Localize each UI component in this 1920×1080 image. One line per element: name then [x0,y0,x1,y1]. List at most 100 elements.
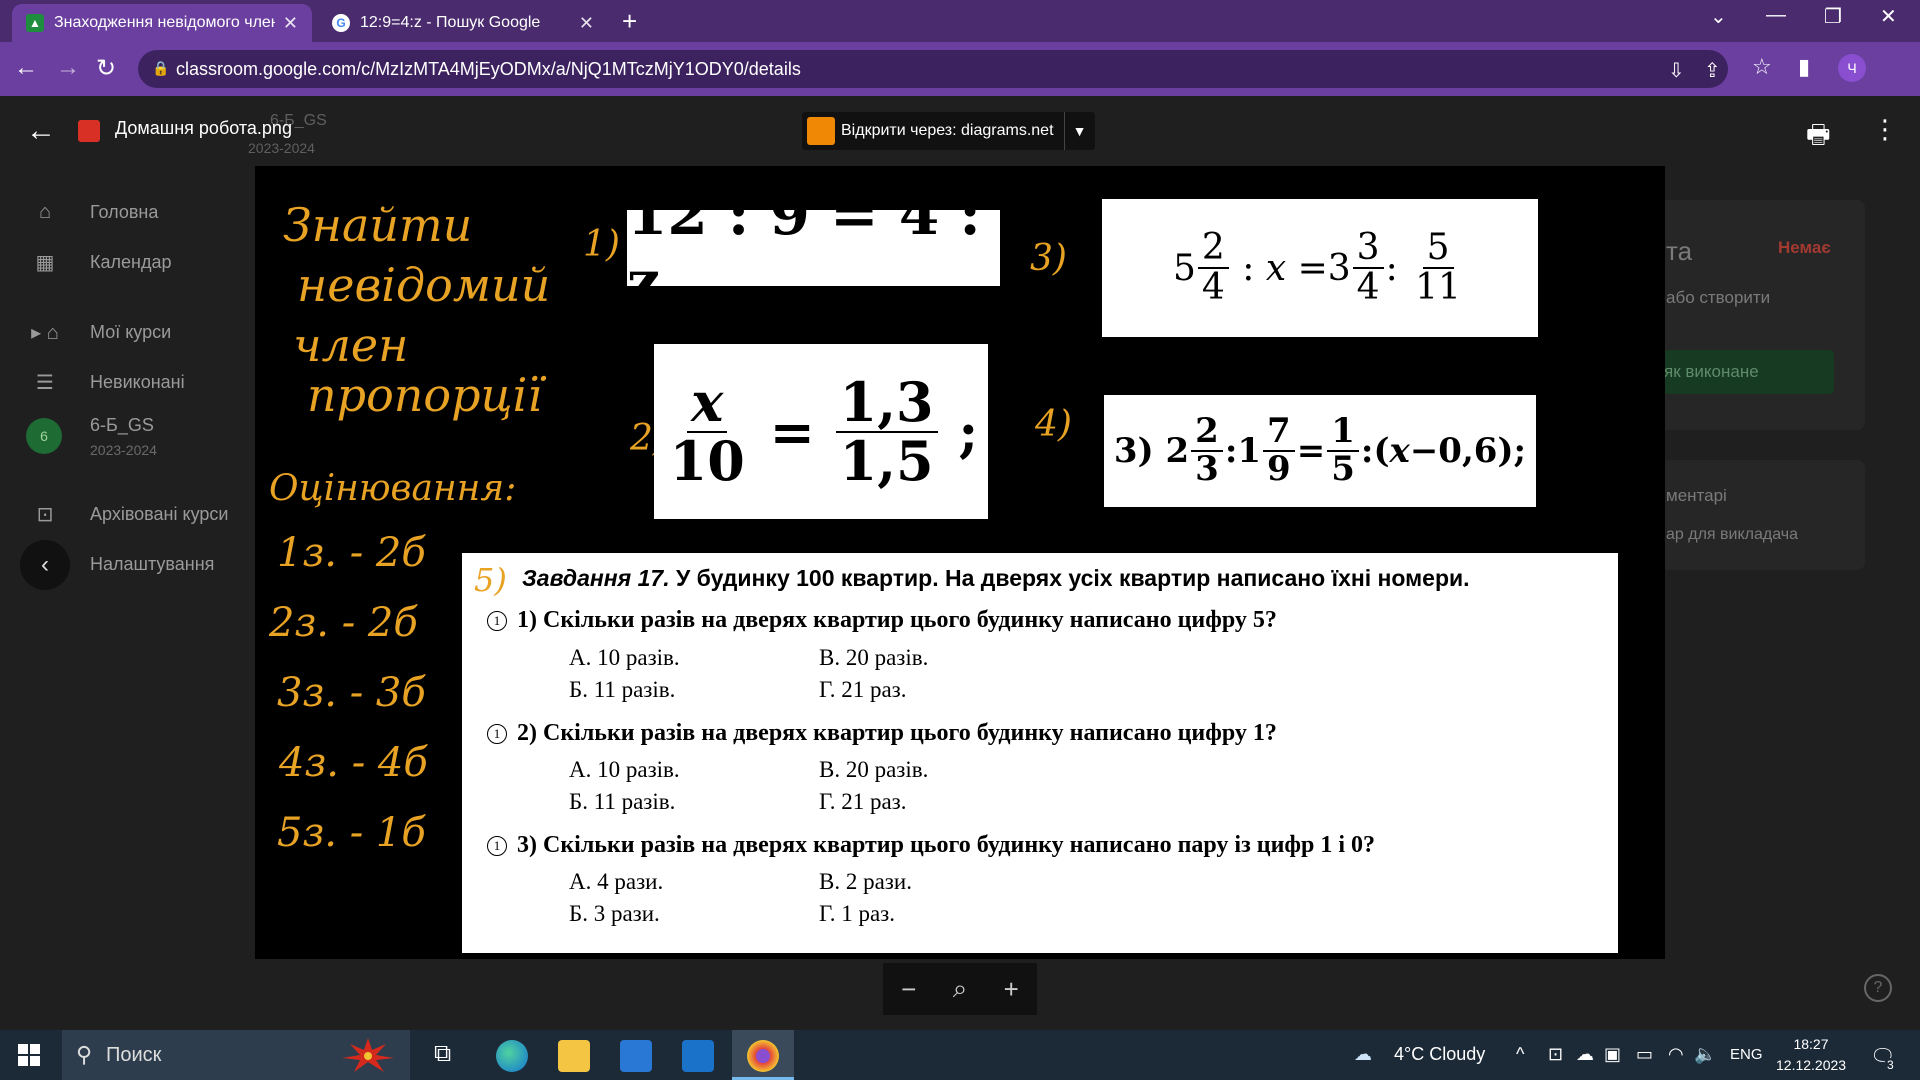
sidebar-label: Архівовані курси [90,503,229,524]
mark-done-label: як виконане [1664,362,1759,381]
chevron-down-icon[interactable]: ▼ [1065,123,1095,139]
tab-title: 12:9=4:z - Пошук Google [360,14,541,31]
zoom-out-icon[interactable]: − [901,974,916,1005]
option-g: Г. 21 раз. [819,789,907,814]
option-a: А. 10 разів. [569,645,680,670]
search-icon: ⚲ [76,1042,93,1067]
image-file-icon [78,120,100,142]
windows-start-icon[interactable] [18,1044,40,1066]
new-tab-icon[interactable]: + [622,6,637,37]
help-icon[interactable]: ? [1864,974,1892,1002]
display-icon[interactable]: ▣ [1604,1044,1621,1065]
close-tab-icon[interactable]: ✕ [283,13,298,34]
tab-search-icon[interactable]: ⌄ [1710,4,1727,29]
task-statement: У будинку 100 квартир. На дверях усіх кв… [669,565,1470,591]
wifi-icon[interactable]: ◠ [1668,1044,1684,1065]
option-b: Б. 11 разів. [569,677,676,702]
tab-classroom[interactable]: ▲ Знаходження невідомого член ✕ [12,4,312,42]
classroom-icon: ▲ [26,14,44,32]
grade-item: 2з. - 2б [269,600,418,646]
meet-icon[interactable]: ⊡ [1548,1044,1563,1065]
question-2: 1 2) Скільки разів на дверях квартир цьог… [487,720,1277,747]
open-with-label: Відкрити через: diagrams.net [841,122,1054,139]
question-3: 1 3) Скільки разів на дверях квартир цьог… [487,832,1375,859]
card-title-fragment: та [1666,236,1693,266]
back-icon[interactable]: ← [14,54,38,82]
sidebar-sublabel: 2023-2024 [90,442,157,458]
tab-strip: ▲ Знаходження невідомого член ✕ G 12:9=4… [0,0,1920,42]
grade-item: 4з. - 4б [279,740,428,786]
edge-icon[interactable] [496,1040,528,1072]
sidebar-label: Налаштування [90,553,215,574]
store-icon[interactable] [620,1040,652,1072]
profile-initial: Ч [1847,60,1857,76]
volume-icon[interactable]: 🔈 [1694,1044,1716,1065]
language-indicator[interactable]: ENG [1730,1046,1763,1063]
option-b: Б. 11 разів. [569,789,676,814]
close-tab-icon[interactable]: ✕ [579,13,594,34]
option-b: Б. 3 рази. [569,901,660,926]
comment-input-fragment: ар для викладача [1666,526,1798,543]
close-viewer-icon[interactable]: ← [26,114,56,148]
clock[interactable]: 18:27 12.12.2023 [1776,1034,1846,1076]
minimize-icon[interactable]: — [1766,4,1786,27]
close-window-icon[interactable]: ✕ [1880,4,1897,29]
heading-line: Знайти [283,198,473,252]
weather-text[interactable]: 4°C Cloudy [1394,1044,1485,1065]
profile-avatar[interactable]: Ч [1838,54,1866,82]
address-bar[interactable]: 🔒 classroom.google.com/c/MzIzMTA4MjEyODM… [138,50,1728,88]
onedrive-icon[interactable]: ☁ [1576,1044,1594,1065]
equation-2: x 10 = 1,3 1,5 ; [654,344,988,519]
task-view-icon[interactable]: ⧉ [434,1040,466,1072]
label-4: 4) [1035,404,1072,445]
grade-item: 3з. - 3б [277,670,426,716]
option-v: В. 2 рази. [819,869,912,894]
share-icon[interactable]: ⇪ [1704,58,1721,83]
equation-4: 3) 2 2 3:1 7 9 = 1 5:(x −0,6); [1104,395,1536,507]
lock-icon[interactable]: 🔒 [152,60,169,77]
mail-icon[interactable] [682,1040,714,1072]
side-panel-icon[interactable]: ▮ [1798,54,1810,80]
sidebar-label: 6-Б_GS [90,414,154,435]
restore-icon[interactable]: ❐ [1824,4,1842,29]
calendar-icon: ▦ [35,251,55,274]
file-title: Домашня робота.png [115,118,292,138]
forward-icon[interactable]: → [56,54,80,82]
open-with-button[interactable]: Відкрити через: diagrams.net ▼ [802,112,1095,150]
zoom-in-icon[interactable]: + [1004,974,1019,1005]
task-number: Завдання 17. [522,565,670,591]
tab-google-search[interactable]: G 12:9=4:z - Пошук Google ✕ [318,4,608,42]
option-v: В. 20 разів. [819,645,929,670]
question-text: 2) Скільки разів на дверях квартир цього… [517,720,1277,746]
task-17: 5) Завдання 17. У будинку 100 квартир. Н… [462,553,1618,953]
tray-expand-icon[interactable]: ^ [1516,1044,1524,1065]
option-g: Г. 1 раз. [819,901,895,926]
install-icon[interactable]: ⇩ [1668,58,1685,83]
bookmark-star-icon[interactable]: ☆ [1752,54,1772,80]
home-icon: ⌂ [38,200,52,223]
clock-date: 12.12.2023 [1776,1057,1847,1073]
grade-item: 1з. - 2б [277,530,426,576]
heading-line: член [293,318,409,372]
reload-icon[interactable]: ↻ [96,54,116,83]
option-a: А. 10 разів. [569,757,680,782]
heading-line: невідомий [297,258,551,312]
file-explorer-icon[interactable] [558,1040,590,1072]
option-v: В. 20 разів. [819,757,929,782]
todo-icon: ☰ [36,371,54,394]
google-icon: G [332,14,350,32]
grade-item: 5з. - 1б [277,810,426,856]
homework-image: Знайти невідомий член пропорції 1) 2) 3)… [255,166,1665,959]
comments-title-fragment: ментарі [1666,486,1727,505]
label-3: 3) [1030,238,1067,279]
notification-count: 3 [1884,1058,1897,1072]
battery-icon[interactable]: ▭ [1636,1044,1653,1065]
weather-icon[interactable]: ☁ [1354,1044,1372,1065]
courses-icon: ▸ ⌂ [31,321,59,344]
poinsettia-icon [342,1038,394,1072]
zoom-reset-icon[interactable]: ⌕ [953,973,968,1005]
more-options-icon[interactable]: ⋮ [1872,114,1898,145]
sidebar-label: Календар [90,251,172,272]
heading-line: пропорції [307,368,543,422]
print-icon[interactable]: 🖶 [1806,116,1831,160]
